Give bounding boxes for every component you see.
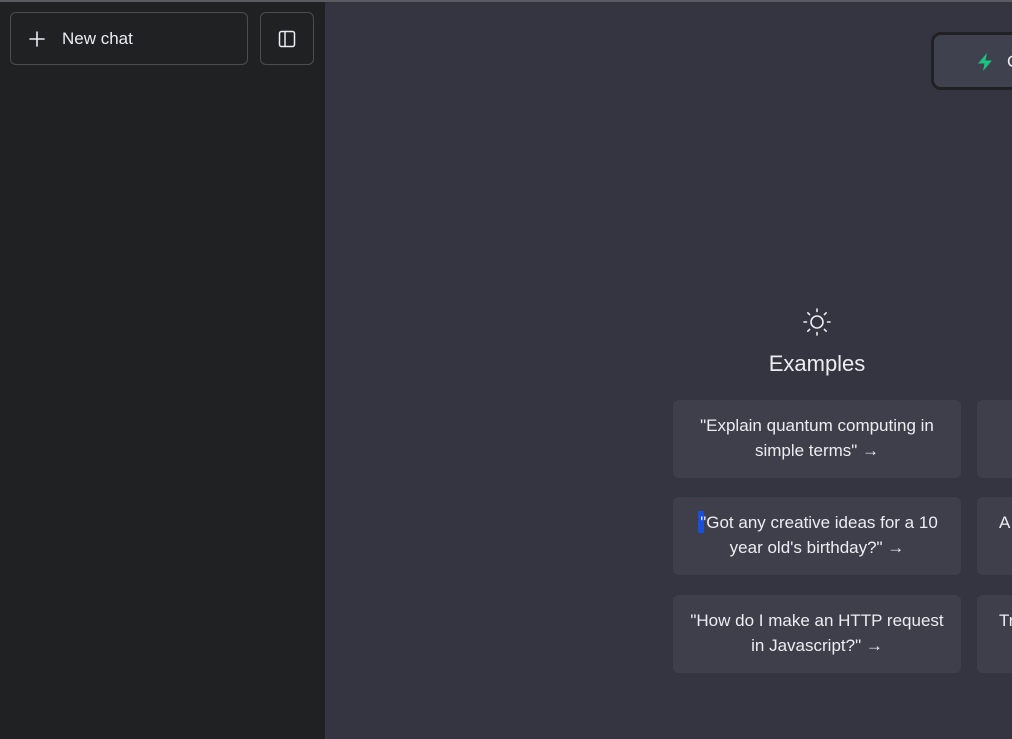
examples-title: Examples — [768, 351, 866, 376]
main-panel: G Examples "Explain quantum computing — [325, 2, 1012, 739]
capability-card-text: A — [999, 513, 1011, 532]
example-card-text: "Got any creative ideas for a 10 year ol… — [700, 513, 938, 557]
new-chat-label: New chat — [62, 28, 133, 48]
example-card[interactable]: "Explain quantum computing in simple ter… — [673, 400, 961, 478]
model-selector-button[interactable]: G — [931, 32, 1012, 90]
capability-card-text: Tr — [999, 611, 1012, 630]
toggle-sidebar-button[interactable] — [260, 12, 314, 65]
lightning-bolt-icon — [978, 53, 992, 71]
examples-header: Examples — [673, 307, 961, 377]
example-card-text: "Explain quantum computing in simple ter… — [700, 416, 934, 460]
sun-icon — [803, 308, 831, 336]
capability-card[interactable]: Tr — [977, 595, 1012, 673]
example-card[interactable]: "Got any creative ideas for a 10 year ol… — [673, 497, 961, 575]
capability-card[interactable]: A — [977, 497, 1012, 575]
plus-icon — [29, 30, 45, 47]
model-label: G — [1007, 52, 1012, 72]
new-chat-button[interactable]: New chat — [10, 12, 248, 65]
app-window: New chat G — [0, 0, 1012, 739]
sidebar-toggle-icon — [278, 30, 296, 47]
sidebar: New chat — [0, 2, 325, 739]
capability-card[interactable] — [977, 400, 1012, 478]
example-card[interactable]: "How do I make an HTTP request in Javasc… — [673, 595, 961, 673]
example-card-text: "How do I make an HTTP request in Javasc… — [690, 611, 944, 655]
